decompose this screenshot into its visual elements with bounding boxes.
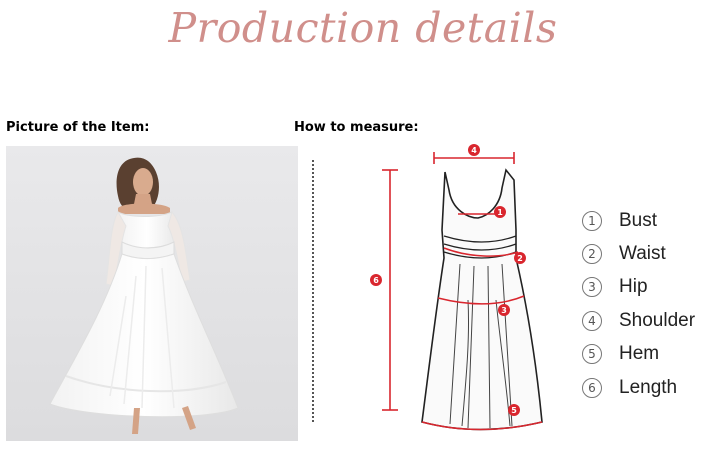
legend-label: Hip [619, 276, 648, 298]
legend-label: Waist [619, 243, 666, 265]
legend-number: 6 [582, 377, 602, 398]
legend-number: 4 [582, 310, 602, 331]
legend-label: Bust [619, 209, 658, 231]
legend-number: 2 [582, 244, 602, 265]
legend-number: 3 [582, 277, 602, 298]
legend-label: Length [619, 376, 678, 398]
legend-label: Shoulder [619, 309, 696, 331]
measurement-legend: 1 Bust 2 Waist 3 Hip 4 Shoulder 5 Hem 6 … [582, 204, 695, 404]
section-divider [312, 160, 314, 422]
diagram-marker-6-label: 6 [373, 276, 379, 285]
legend-number: 1 [582, 210, 602, 231]
legend-item-length: 6 Length [582, 371, 695, 404]
legend-label: Hem [619, 343, 660, 365]
diagram-marker-3-label: 3 [501, 306, 507, 315]
legend-item-waist: 2 Waist [582, 237, 695, 270]
product-photo [6, 146, 298, 441]
legend-item-bust: 1 Bust [582, 204, 695, 237]
page-title: Production details [168, 4, 558, 52]
legend-item-hem: 5 Hem [582, 338, 695, 371]
diagram-marker-2-label: 2 [517, 254, 523, 263]
diagram-marker-4-label: 4 [471, 146, 477, 155]
diagram-marker-1-label: 1 [497, 208, 503, 217]
measure-label: How to measure: [294, 120, 419, 135]
legend-item-shoulder: 4 Shoulder [582, 304, 695, 337]
legend-item-hip: 3 Hip [582, 271, 695, 304]
item-picture-label: Picture of the Item: [6, 120, 150, 135]
measurement-diagram: 4 1 2 3 5 6 [350, 140, 560, 440]
legend-number: 5 [582, 344, 602, 365]
diagram-marker-5-label: 5 [511, 406, 517, 415]
